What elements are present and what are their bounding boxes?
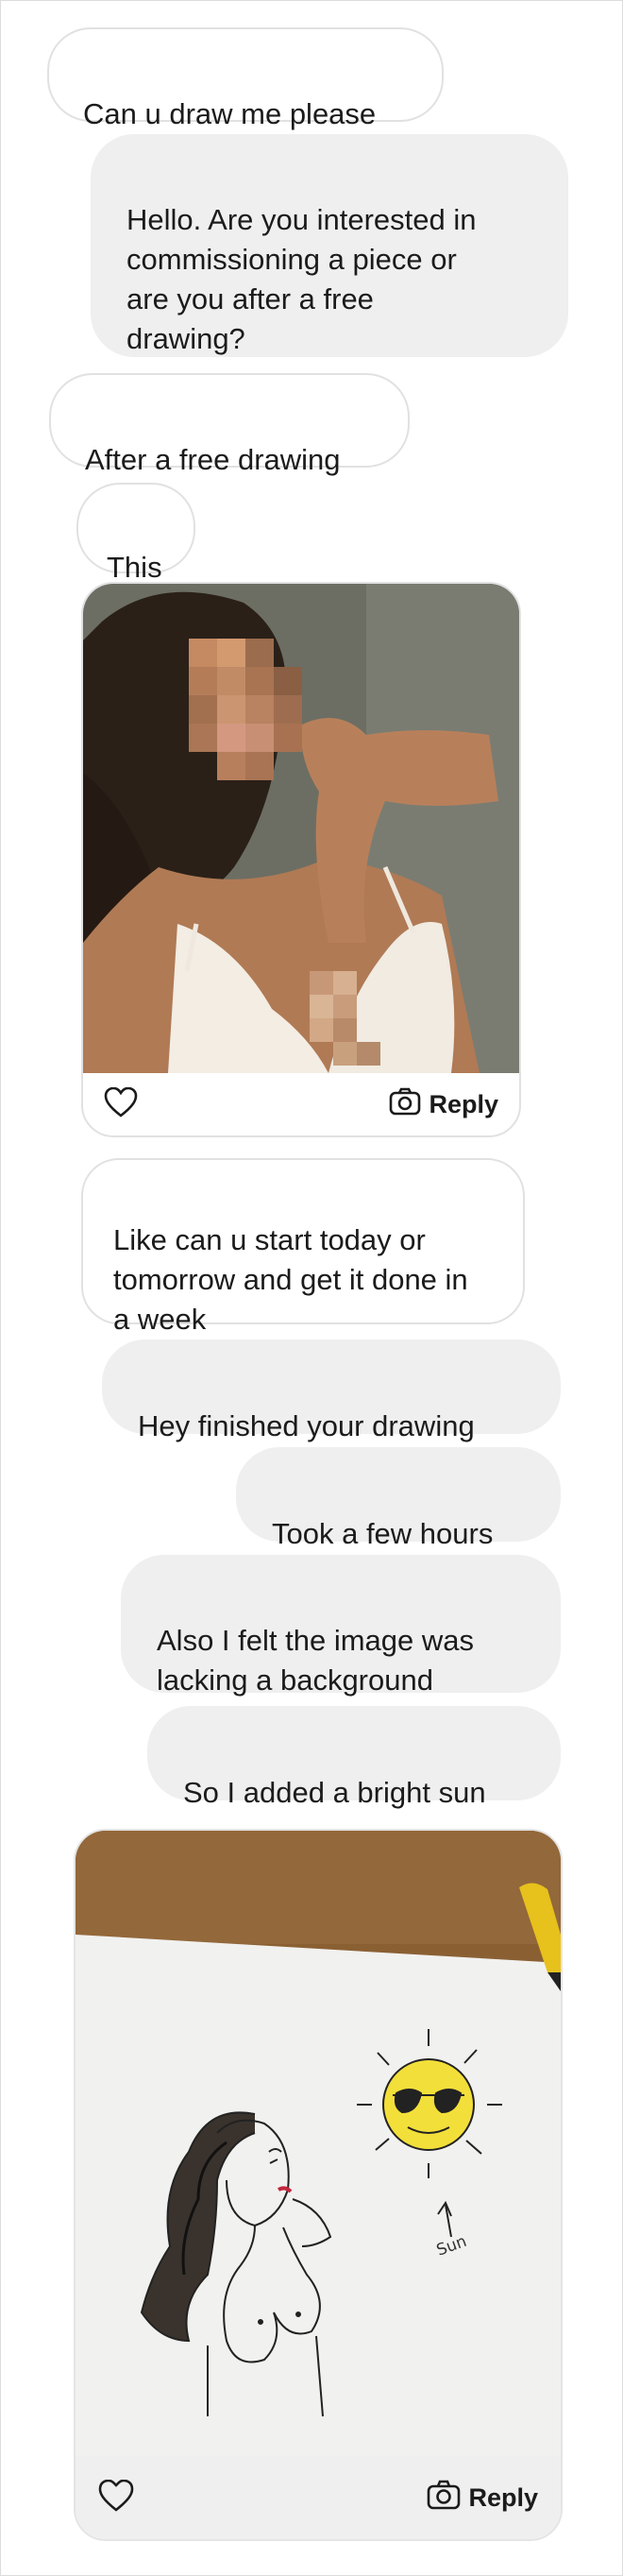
drawing-action-bar: Reply [76,2456,561,2539]
message-text: Like can u start today or tomorrow and g… [113,1223,468,1336]
reply-label: Reply [468,2482,538,2512]
shared-photo[interactable] [83,584,519,1073]
photo-action-bar: Reply [83,1073,519,1135]
message-outgoing[interactable]: So I added a bright sun [147,1706,561,1809]
reply-button[interactable]: Reply [389,1087,498,1122]
message-incoming[interactable]: Can u draw me please [47,27,444,130]
message-incoming[interactable]: After a free drawing [49,373,410,476]
message-outgoing[interactable]: Hello. Are you interested in commissioni… [91,134,568,357]
shared-drawing[interactable]: Sun [76,1831,561,2458]
drawing-message[interactable]: Sun Reply [74,1829,563,2541]
message-text: Hello. Are you interested in commissioni… [126,203,477,355]
heart-icon[interactable] [104,1086,138,1122]
reply-label: Reply [429,1089,498,1118]
message-text: This [107,551,162,584]
message-text: After a free drawing [85,443,341,476]
message-text: Can u draw me please [83,97,377,130]
message-text: Hey finished your drawing [138,1409,475,1442]
camera-icon [389,1087,421,1122]
message-incoming[interactable]: This [76,483,195,584]
message-outgoing[interactable]: Hey finished your drawing [102,1339,561,1442]
message-incoming[interactable]: Like can u start today or tomorrow and g… [81,1158,525,1336]
message-text: So I added a bright sun [183,1776,486,1809]
message-text: Took a few hours [272,1517,494,1550]
message-outgoing[interactable]: Took a few hours [236,1447,561,1550]
reply-button[interactable]: Reply [427,2480,538,2516]
message-outgoing[interactable]: Also I felt the image was lacking a back… [121,1555,561,1697]
heart-icon[interactable] [98,2479,134,2516]
photo-message[interactable]: Reply [81,582,521,1137]
camera-icon [427,2480,461,2516]
message-text: Also I felt the image was lacking a back… [157,1624,474,1697]
